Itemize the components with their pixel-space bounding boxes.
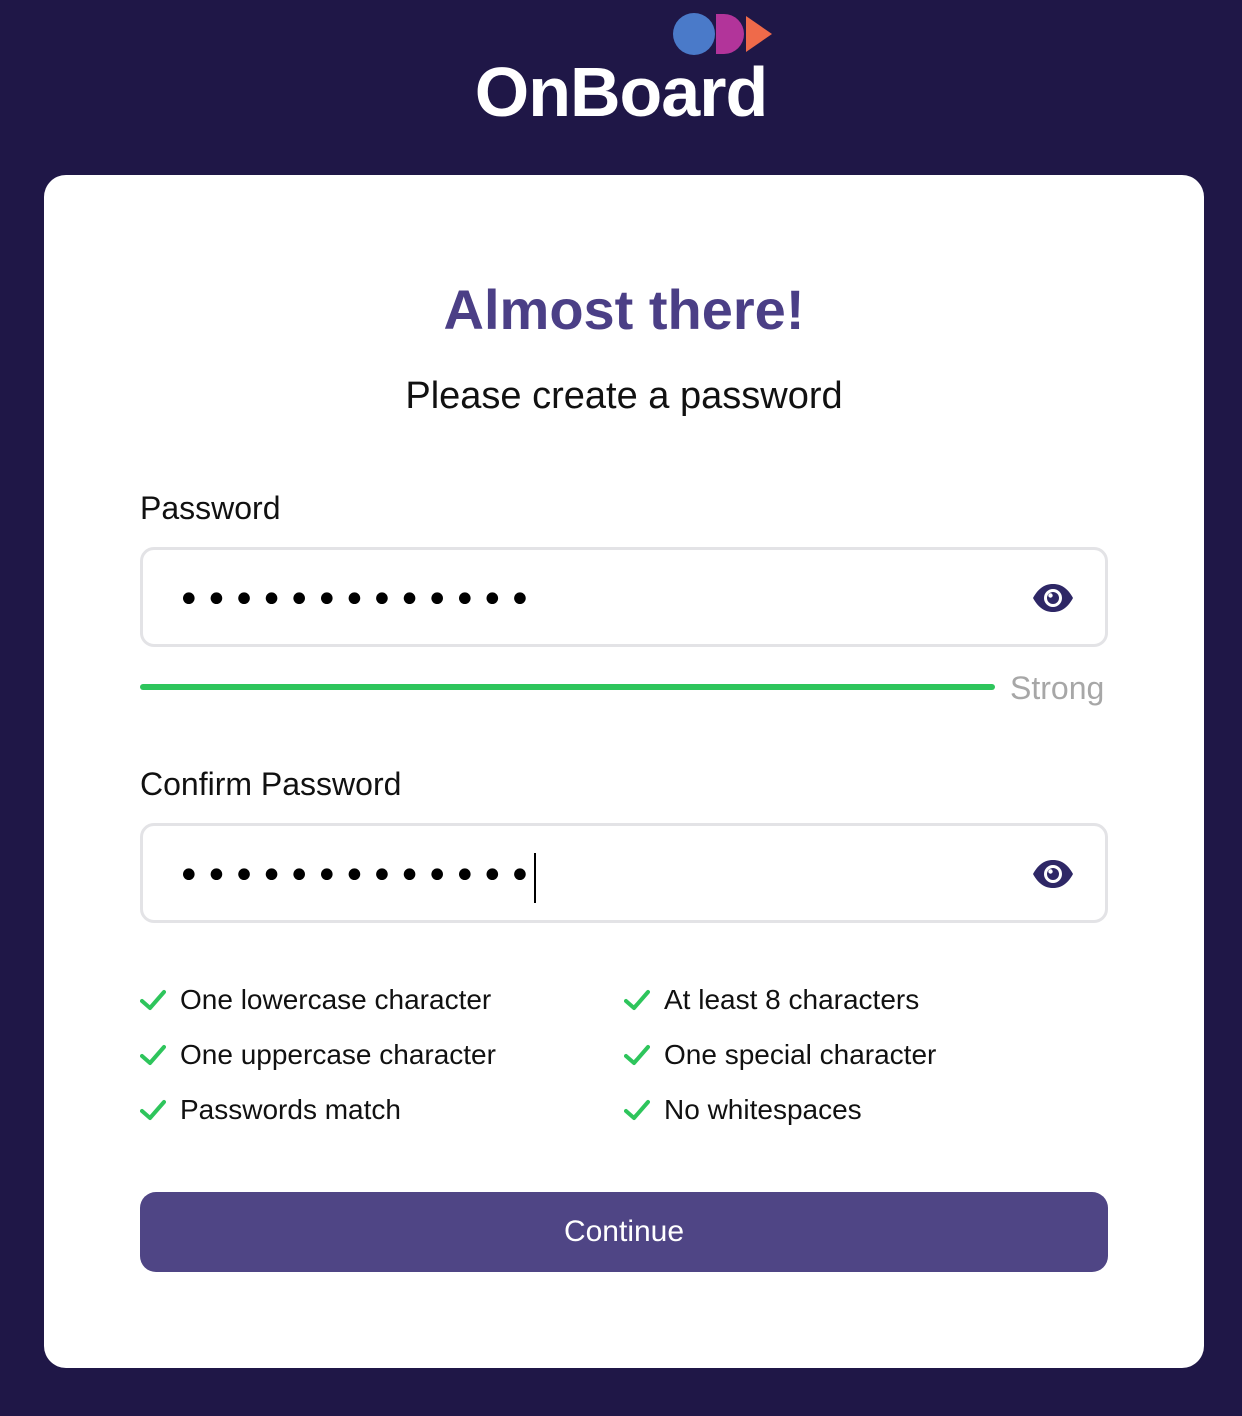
password-strength-bar	[140, 684, 995, 690]
check-icon	[140, 1045, 166, 1065]
requirement-label: One lowercase character	[180, 984, 492, 1015]
password-value: •••••••••••••	[177, 577, 536, 623]
header: OnBoard	[0, 0, 1242, 175]
check-icon	[624, 1045, 650, 1065]
text-caret	[533, 853, 536, 903]
requirement-label: At least 8 characters	[664, 984, 920, 1015]
check-icon	[140, 990, 166, 1010]
page-subtitle: Please create a password	[405, 375, 843, 417]
check-icon	[140, 1100, 166, 1120]
requirement-item: No whitespaces	[624, 1092, 862, 1128]
onboard-logo-icon	[673, 13, 772, 55]
requirement-label: One uppercase character	[180, 1039, 496, 1070]
requirement-label: Passwords match	[180, 1094, 401, 1125]
requirement-item: Passwords match	[140, 1092, 401, 1128]
requirement-item: One lowercase character	[140, 982, 491, 1018]
requirement-label: One special character	[664, 1039, 937, 1070]
confirm-password-masked-text: •••••••••••••	[177, 853, 536, 899]
requirement-item: At least 8 characters	[624, 982, 919, 1018]
confirm-password-input[interactable]: •••••••••••••	[140, 823, 1108, 923]
check-icon	[624, 990, 650, 1010]
check-icon	[624, 1100, 650, 1120]
requirement-item: One special character	[624, 1037, 936, 1073]
confirm-password-value: •••••••••••••	[177, 852, 536, 903]
password-input[interactable]: •••••••••••••	[140, 547, 1108, 647]
requirement-label: No whitespaces	[664, 1094, 862, 1125]
confirm-password-label: Confirm Password	[140, 766, 402, 802]
brand-name: OnBoard	[474, 53, 768, 131]
requirement-item: One uppercase character	[140, 1037, 496, 1073]
password-card: Almost there! Please create a password P…	[44, 175, 1204, 1368]
password-label: Password	[140, 490, 281, 526]
continue-button[interactable]: Continue	[140, 1192, 1108, 1272]
eye-icon[interactable]	[1031, 582, 1075, 614]
page-title: Almost there!	[443, 278, 805, 341]
eye-icon[interactable]	[1031, 858, 1075, 890]
password-strength-label: Strong	[1010, 670, 1105, 706]
